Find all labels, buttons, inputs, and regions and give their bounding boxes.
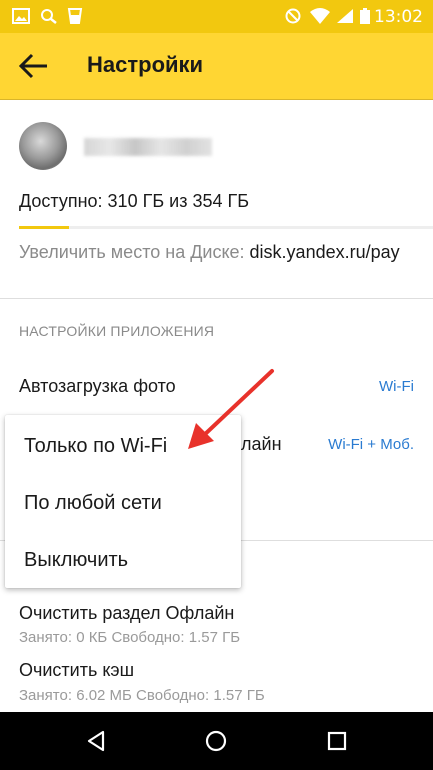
autoupload-label[interactable]: Автозагрузка фото <box>19 376 176 397</box>
wifi-icon <box>310 8 330 24</box>
avatar <box>19 122 67 170</box>
search-icon <box>41 9 57 24</box>
navigation-bar <box>0 712 433 770</box>
autoupload-value[interactable]: Wi-Fi <box>379 378 414 395</box>
section-title-app-settings: НАСТРОЙКИ ПРИЛОЖЕНИЯ <box>19 323 215 339</box>
clear-cache-subtitle: Занято: 6.02 МБ Свободно: 1.57 ГБ <box>19 687 265 704</box>
app-bar: Настройки <box>0 33 433 100</box>
clear-offline-subtitle: Занято: 0 КБ Свободно: 1.57 ГБ <box>19 629 241 646</box>
account-name-blurred <box>84 138 212 156</box>
increase-space-label: Увеличить место на Диске: <box>19 242 250 262</box>
divider <box>0 298 433 299</box>
back-arrow-icon[interactable] <box>18 51 50 81</box>
quota-text: Доступно: 310 ГБ из 354 ГБ <box>19 191 250 211</box>
status-bar: 13:02 <box>0 0 433 33</box>
option-off[interactable]: Выключить <box>24 549 128 572</box>
annotation-arrow-icon <box>188 369 274 449</box>
quota-progress-fill <box>19 226 69 229</box>
increase-space-link[interactable]: disk.yandex.ru/pay <box>250 242 400 262</box>
signal-icon <box>337 9 353 23</box>
clock: 13:02 <box>374 7 423 27</box>
image-icon <box>12 8 30 24</box>
clear-offline-title[interactable]: Очистить раздел Офлайн <box>19 603 234 624</box>
option-wifi-only[interactable]: Только по Wi-Fi <box>24 435 167 458</box>
home-circle-icon[interactable] <box>204 729 228 753</box>
option-any-network[interactable]: По любой сети <box>24 492 162 515</box>
dnd-icon <box>285 8 301 24</box>
increase-space-row[interactable]: Увеличить место на Диске: disk.yandex.ru… <box>19 240 414 265</box>
quota-progress-bar <box>19 226 433 229</box>
back-triangle-icon[interactable] <box>84 729 108 753</box>
offline-value[interactable]: Wi-Fi + Моб. <box>328 436 414 453</box>
cup-icon <box>67 8 83 24</box>
battery-icon <box>360 8 370 24</box>
clear-cache-title[interactable]: Очистить кэш <box>19 660 134 681</box>
page-title: Настройки <box>87 52 204 77</box>
recents-square-icon[interactable] <box>325 729 349 753</box>
